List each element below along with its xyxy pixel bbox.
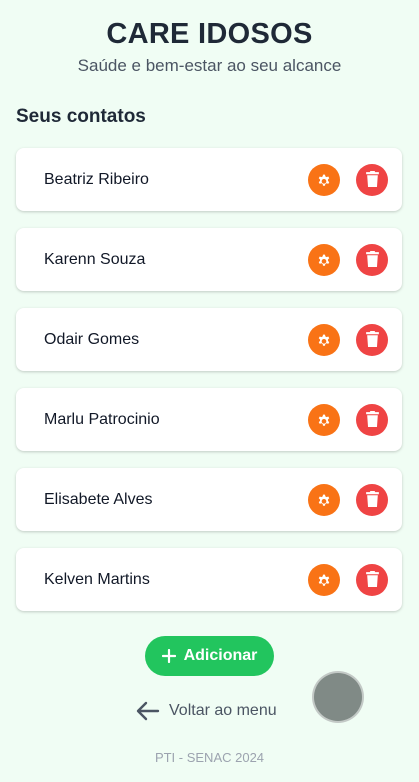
settings-button[interactable] [308,403,340,436]
arrow-left-icon [136,701,160,721]
delete-button[interactable] [356,243,388,276]
section-title: Seus contatos [16,106,146,127]
contact-card: Elisabete Alves [16,468,402,531]
contact-name: Marlu Patrocinio [44,410,160,428]
gear-icon [318,334,330,346]
settings-button[interactable] [308,163,340,196]
delete-button[interactable] [356,403,388,436]
trash-icon [365,331,379,347]
delete-button[interactable] [356,323,388,356]
contact-actions [308,403,388,436]
contact-name: Beatriz Ribeiro [44,170,149,188]
contact-name: Elisabete Alves [44,490,153,508]
footer-text: PTI - SENAC 2024 [154,750,265,765]
gear-icon [318,494,330,506]
delete-button[interactable] [356,163,388,196]
delete-button[interactable] [356,563,388,596]
settings-button[interactable] [308,323,340,356]
settings-button[interactable] [308,483,340,516]
delete-button[interactable] [356,483,388,516]
contact-card: Karenn Souza [16,228,402,291]
trash-icon [365,411,379,427]
contact-actions [308,323,388,356]
trash-icon [365,491,379,507]
contact-card: Kelven Martins [16,548,402,611]
trash-icon [365,251,379,267]
settings-button[interactable] [308,243,340,276]
contact-name: Karenn Souza [44,250,146,268]
contact-card: Marlu Patrocinio [16,388,402,451]
contact-actions [308,243,388,276]
gear-icon [318,174,330,186]
trash-icon [365,171,379,187]
contact-name: Kelven Martins [44,570,150,588]
contact-actions [308,483,388,516]
gear-icon [318,254,330,266]
floating-touch-indicator[interactable] [314,673,362,721]
contact-card: Beatriz Ribeiro [16,148,402,211]
back-link-label: Voltar ao menu [169,702,277,719]
settings-button[interactable] [308,563,340,596]
contact-name: Odair Gomes [44,330,140,348]
gear-icon [318,414,330,426]
contact-actions [308,163,388,196]
back-to-menu-link[interactable]: Voltar ao menu [136,701,277,721]
header: CARE IDOSOS Saúde e bem-estar ao seu alc… [0,0,419,77]
add-contact-button[interactable]: Adicionar [145,636,274,676]
contact-actions [308,563,388,596]
add-button-label: Adicionar [183,647,258,664]
gear-icon [318,574,330,586]
contact-list: Beatriz Ribeiro Karenn Souza Odair Gomes [16,148,402,628]
app-title: CARE IDOSOS [106,18,313,50]
app-subtitle: Saúde e bem-estar ao seu alcance [77,56,342,75]
contact-card: Odair Gomes [16,308,402,371]
plus-icon [161,649,176,663]
trash-icon [365,571,379,587]
